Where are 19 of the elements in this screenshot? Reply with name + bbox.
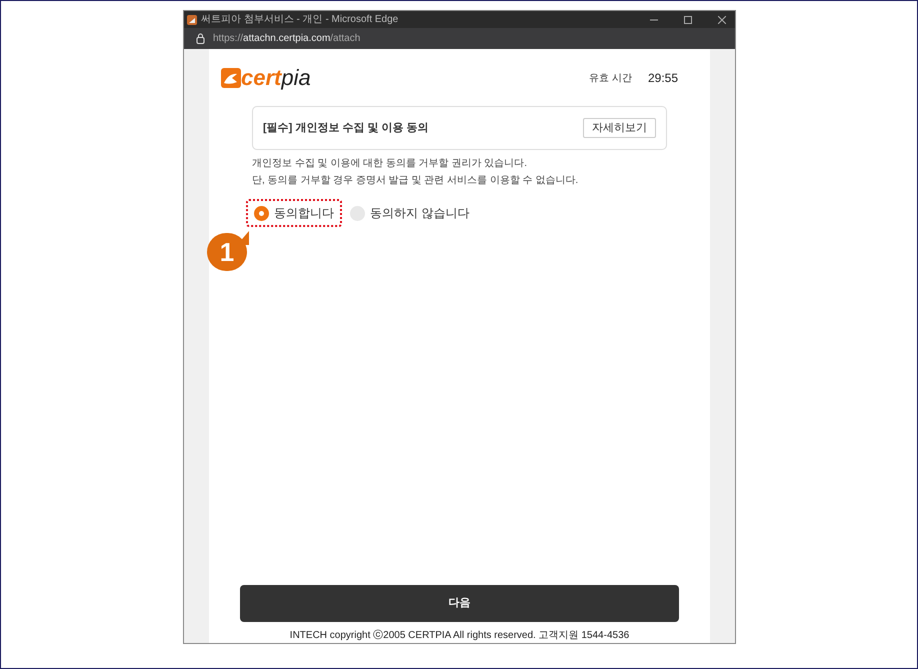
notice-text: 단, 동의를 거부할 경우 증명서 발급 및 관련 서비스를 이용할 수 없습니다. [252, 174, 580, 188]
consent-title: [필수] 개인정보 수집 및 이용 동의 [263, 120, 429, 136]
footer-text: INTECH copyright ⓒ2005 CERTPIA All rights reserved. 고객지원 1544-4536 [288, 628, 630, 643]
lock-icon [196, 33, 205, 44]
url-text[interactable]: https://attachn.certpia.com/attach [213, 31, 360, 46]
radio-button[interactable] [254, 206, 269, 220]
logo-icon [221, 68, 241, 88]
radio-option[interactable]: 동의합니다 [254, 204, 334, 222]
close-icon[interactable] [718, 16, 726, 24]
logo-text: certpia [241, 67, 311, 89]
timer-text: 29:55 [648, 70, 678, 87]
app-icon [187, 14, 197, 24]
radio-option[interactable]: 동의하지 않습니다 [350, 204, 470, 222]
next-button[interactable]: 다음 [240, 585, 679, 622]
window-title: 써트피아 첨부서비스 - 개인 - Microsoft Edge [201, 13, 400, 27]
notice-text: 개인정보 수집 및 이용에 대한 동의를 거부할 권리가 있습니다. [252, 157, 528, 171]
timer-label: 유효 시간 [589, 72, 632, 86]
maximize-icon[interactable] [684, 16, 692, 24]
details-button[interactable]: 자세히보기 [583, 118, 656, 138]
